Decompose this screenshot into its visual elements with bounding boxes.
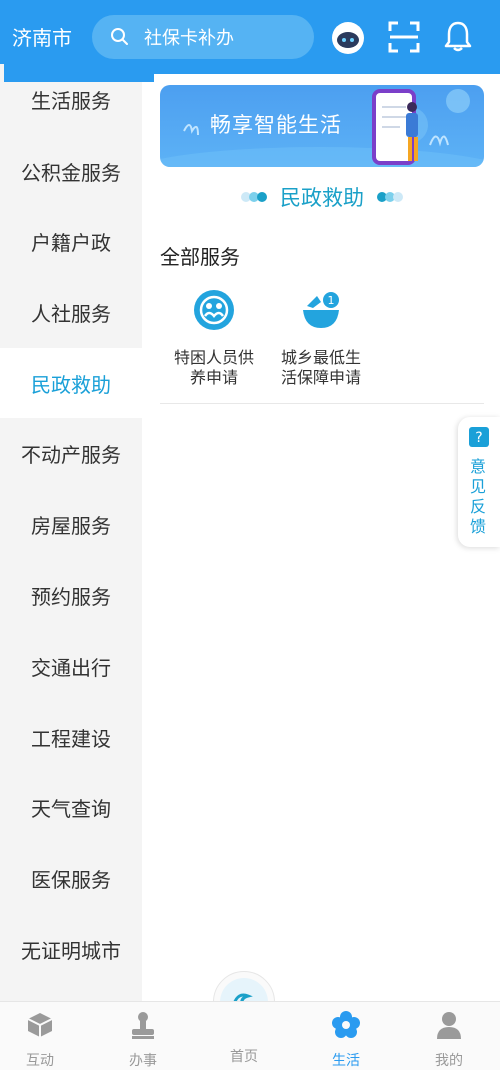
scan-icon[interactable] <box>387 20 421 54</box>
sidebar-item-construction[interactable]: 工程建设 <box>0 702 142 772</box>
cube-icon <box>27 1013 53 1037</box>
promo-banner[interactable]: 畅享智能生活 <box>160 85 484 167</box>
bell-icon[interactable] <box>442 19 474 53</box>
sidebar-item-medical-insurance[interactable]: 医保服务 <box>0 843 142 913</box>
feedback-tab[interactable]: ? 意见反馈 <box>458 417 500 547</box>
content-divider <box>160 403 484 404</box>
all-services-heading: 全部服务 <box>160 245 240 269</box>
service-name-line2: 养申请 <box>189 368 238 387</box>
sidebar-item-social-security[interactable]: 人社服务 <box>0 277 142 347</box>
service-item-minimum-living[interactable]: 1 城乡最低生 活保障申请 <box>266 288 376 388</box>
sidebar-item-civil-aid[interactable]: 民政救助 <box>0 348 142 418</box>
tab-interact[interactable]: 互动 <box>0 1010 80 1070</box>
tab-affairs[interactable]: 办事 <box>103 1010 183 1070</box>
search-placeholder: 社保卡补办 <box>144 28 234 49</box>
sidebar-item-household[interactable]: 户籍户政 <box>0 206 142 276</box>
tab-label: 办事 <box>129 1053 157 1069</box>
search-icon <box>111 28 128 45</box>
stamp-icon <box>132 1012 154 1039</box>
sidebar-item-weather[interactable]: 天气查询 <box>0 772 142 842</box>
tab-life[interactable]: 生活 <box>306 1010 386 1070</box>
robot-assistant-icon[interactable] <box>331 21 365 55</box>
tab-label: 首页 <box>230 1049 258 1065</box>
feedback-label: 意见反馈 <box>470 457 487 536</box>
city-selector[interactable]: 济南市 <box>12 22 72 51</box>
sidebar-item-traffic[interactable]: 交通出行 <box>0 631 142 701</box>
sidebar-item-real-estate[interactable]: 不动产服务 <box>0 418 142 488</box>
sidebar-item-appointment[interactable]: 预约服务 <box>0 560 142 630</box>
tab-label: 互动 <box>26 1053 54 1069</box>
right-dots-decoration <box>377 192 403 202</box>
tab-home[interactable]: 首页 <box>204 1040 284 1066</box>
section-header: 民政救助 <box>160 180 484 214</box>
left-dots-decoration <box>241 192 267 202</box>
service-name-line1: 特困人员供 <box>173 348 254 367</box>
banner-text: 畅享智能生活 <box>210 113 342 137</box>
category-sidebar: 生活服务 公积金服务 户籍户政 人社服务 民政救助 不动产服务 房屋服务 预约服… <box>0 64 154 1001</box>
top-header: 济南市 社保卡补办 <box>0 0 500 74</box>
tab-mine[interactable]: 我的 <box>409 1010 489 1070</box>
sidebar-item-life[interactable]: 生活服务 <box>0 64 142 134</box>
search-box[interactable]: 社保卡补办 <box>92 15 314 59</box>
people-care-icon <box>194 290 234 330</box>
svg-text:1: 1 <box>328 294 335 307</box>
sidebar-item-no-proof-city[interactable]: 无证明城市 <box>0 914 142 984</box>
person-icon <box>437 1012 461 1039</box>
service-item-special-support[interactable]: 特困人员供 养申请 <box>159 288 269 388</box>
section-title: 民政救助 <box>280 186 364 210</box>
tab-label: 我的 <box>435 1053 463 1069</box>
sidebar-item-house[interactable]: 房屋服务 <box>0 489 142 559</box>
service-name-line1: 城乡最低生 <box>280 348 361 367</box>
service-name-line2: 活保障申请 <box>280 368 361 387</box>
sidebar-item-housing-fund[interactable]: 公积金服务 <box>0 136 142 206</box>
bowl-coin-icon: 1 <box>303 292 339 328</box>
flower-icon <box>332 1011 360 1038</box>
svg-text:?: ? <box>475 430 482 446</box>
tab-label: 生活 <box>332 1053 360 1069</box>
bottom-navigation: 互动 办事 首页 生活 我的 <box>0 1001 500 1070</box>
question-icon: ? <box>469 427 489 447</box>
